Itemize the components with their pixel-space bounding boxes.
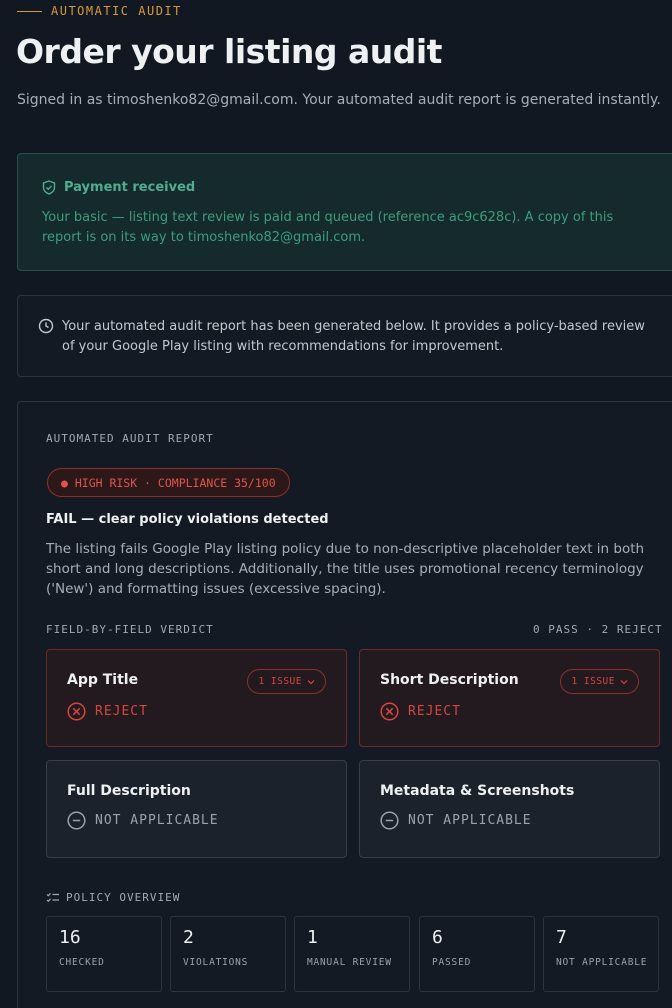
x-circle-icon (67, 702, 86, 721)
issue-toggle[interactable]: 1 ISSUE (247, 669, 326, 694)
eyebrow: AUTOMATIC AUDIT (17, 4, 182, 18)
verdict-label: FIELD-BY-FIELD VERDICT (46, 623, 214, 636)
stat-label: NOT APPLICABLE (556, 957, 648, 968)
field-status: REJECT (380, 702, 461, 721)
stat-not-applicable: 7 NOT APPLICABLE (543, 916, 659, 992)
field-status-label: REJECT (95, 704, 148, 719)
risk-badge: ● HIGH RISK · COMPLIANCE 35/100 (47, 468, 290, 497)
issue-count: 1 ISSUE (258, 676, 302, 687)
payment-received-card: Payment received Your basic — listing te… (17, 153, 672, 271)
fail-description: The listing fails Google Play listing po… (46, 541, 645, 597)
issue-toggle[interactable]: 1 ISSUE (560, 669, 639, 694)
field-card-app-title: App Title 1 ISSUE REJECT (46, 649, 347, 747)
clock-icon (38, 318, 54, 334)
field-card-metadata-screenshots: Metadata & Screenshots NOT APPLICABLE (359, 760, 660, 858)
field-status: NOT APPLICABLE (67, 811, 219, 830)
field-title: Full Description (67, 783, 191, 799)
field-title: Metadata & Screenshots (380, 783, 575, 799)
field-title: App Title (67, 672, 139, 688)
page-title: Order your listing audit (16, 32, 442, 71)
field-title: Short Description (380, 672, 519, 688)
field-status: NOT APPLICABLE (380, 811, 532, 830)
audit-report-card: AUTOMATED AUDIT REPORT ● HIGH RISK · COM… (17, 401, 672, 1008)
verdict-count: 0 PASS · 2 REJECT (533, 623, 663, 636)
stat-violations: 2 VIOLATIONS (170, 916, 286, 992)
policy-overview-label-row: POLICY OVERVIEW (46, 891, 180, 904)
issue-count: 1 ISSUE (571, 676, 615, 687)
stat-value: 16 (59, 927, 81, 948)
minus-circle-icon (67, 811, 86, 830)
stat-label: PASSED (432, 957, 472, 968)
stat-value: 1 (307, 927, 318, 948)
stat-passed: 6 PASSED (419, 916, 535, 992)
eyebrow-label: AUTOMATIC AUDIT (51, 4, 182, 18)
report-generated-notice: Your automated audit report has been gen… (17, 295, 672, 377)
stat-value: 2 (183, 927, 194, 948)
stat-label: VIOLATIONS (183, 957, 249, 968)
policy-overview-label: POLICY OVERVIEW (66, 891, 181, 904)
stat-checked: 16 CHECKED (46, 916, 162, 992)
stat-manual-review: 1 MANUAL REVIEW (294, 916, 410, 992)
field-status-label: NOT APPLICABLE (95, 813, 219, 828)
checklist-icon (46, 892, 59, 902)
field-status-label: NOT APPLICABLE (408, 813, 532, 828)
notice-text: Your automated audit report has been gen… (62, 319, 645, 354)
signed-in-text: Signed in as timoshenko82@gmail.com. You… (17, 92, 661, 108)
stat-label: MANUAL REVIEW (307, 957, 392, 968)
eyebrow-line (17, 10, 42, 12)
x-circle-icon (380, 702, 399, 721)
stat-value: 7 (556, 927, 567, 948)
payment-title: Payment received (64, 180, 196, 195)
fail-title: FAIL — clear policy violations detected (46, 512, 329, 527)
chevron-down-icon (307, 679, 315, 684)
field-card-short-description: Short Description 1 ISSUE REJECT (359, 649, 660, 747)
stat-value: 6 (432, 927, 443, 948)
field-status: REJECT (67, 702, 148, 721)
chevron-down-icon (620, 679, 628, 684)
minus-circle-icon (380, 811, 399, 830)
stat-label: CHECKED (59, 957, 105, 968)
payment-title-row: Payment received (42, 180, 195, 195)
shield-check-icon (42, 180, 56, 195)
field-status-label: REJECT (408, 704, 461, 719)
report-label: AUTOMATED AUDIT REPORT (46, 432, 214, 445)
field-card-full-description: Full Description NOT APPLICABLE (46, 760, 347, 858)
payment-text: Your basic — listing text review is paid… (42, 210, 614, 245)
